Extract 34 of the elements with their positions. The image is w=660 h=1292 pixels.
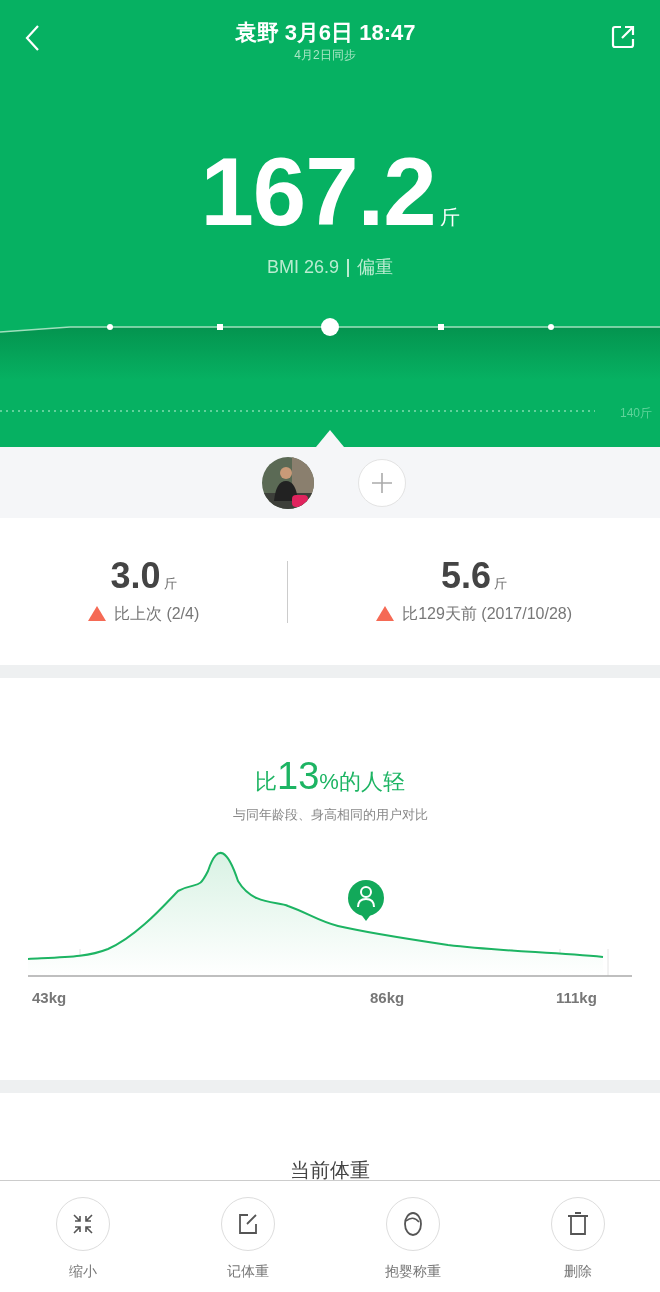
collapse-icon (70, 1212, 95, 1236)
bmi-value: BMI 26.9 (266, 256, 339, 279)
action-label: 抱婴称重 (384, 1262, 441, 1281)
axis-label: 86kg (370, 987, 405, 1008)
plus-icon (372, 472, 392, 493)
section-title: 当前体重 (290, 1158, 370, 1180)
shrink-button[interactable] (55, 1197, 110, 1251)
baby-icon (402, 1211, 423, 1237)
axis-label: 43kg (32, 987, 67, 1008)
weight-value: 167.2 (200, 144, 436, 240)
back-icon[interactable] (24, 24, 40, 52)
user-marker-icon (348, 879, 384, 921)
action-label: 缩小 (68, 1262, 97, 1281)
header-title: 袁野 3月6日 18:47 (234, 20, 416, 47)
change-label: 比129天前 (2017/10/28) (402, 603, 573, 624)
ranking-subtitle: 与同年龄段、身高相同的用户对比 (232, 806, 428, 824)
change-unit: 斤 (163, 575, 177, 593)
change-value: 3.0 (110, 557, 161, 594)
change-value: 5.6 (441, 557, 492, 594)
trash-icon (566, 1212, 589, 1236)
action-label: 删除 (563, 1262, 592, 1281)
change-unit: 斤 (494, 575, 508, 593)
change-label: 比上次 (2/4) (113, 603, 200, 624)
ranking-title: 比13%的人轻 (255, 754, 405, 799)
axis-label: 111kg (556, 987, 597, 1008)
weight-unit: 斤 (439, 205, 460, 230)
delete-button[interactable] (550, 1197, 605, 1251)
baby-button[interactable] (385, 1197, 440, 1251)
bmi-status: 偏重 (357, 256, 393, 279)
action-label: 记体重 (226, 1262, 269, 1281)
sync-note: 4月2日同步 (294, 47, 356, 65)
share-icon[interactable] (610, 24, 636, 50)
record-button[interactable] (220, 1197, 275, 1251)
reference-label: 140斤 (619, 405, 652, 422)
